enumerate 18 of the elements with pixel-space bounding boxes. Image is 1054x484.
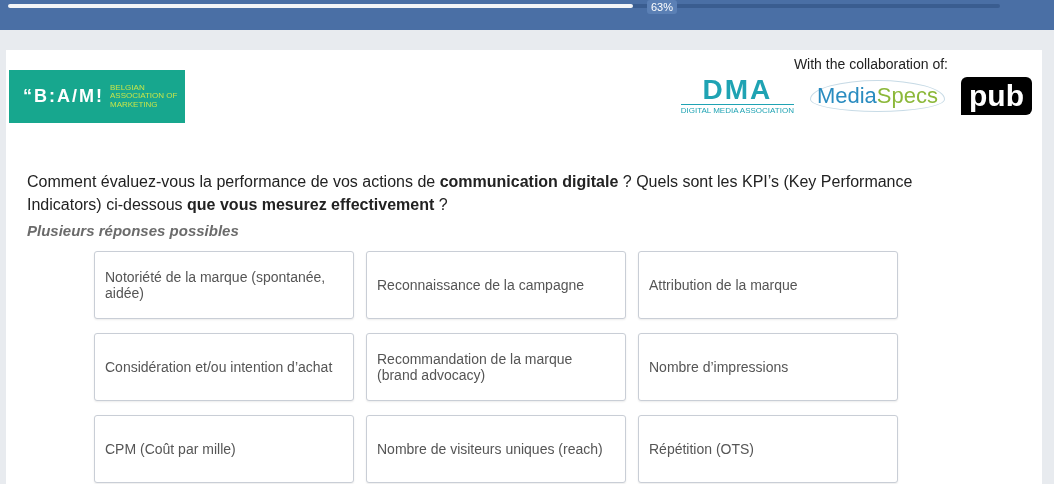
progress-label: 63% bbox=[646, 0, 677, 14]
logo-subtitle: DIGITAL MEDIA ASSOCIATION bbox=[680, 104, 794, 115]
option-button[interactable]: Considération et/ou intention d’achat bbox=[94, 333, 354, 401]
option-button[interactable]: Répétition (OTS) bbox=[638, 415, 898, 483]
collaboration-label: With the collaboration of: bbox=[793, 56, 948, 72]
pub-logo: pub bbox=[961, 76, 1032, 115]
question-text: Comment évaluez-vous la performance de vos actions de communication digitale ? Quels sont les KPI’s (Key Performance Indicators) ci-dessous que vous mesurez effectivement ? bbox=[26, 172, 914, 215]
option-button[interactable]: Notoriété de la marque (spontanée, aidée) bbox=[94, 251, 354, 319]
logo-tagline: BELGIAN ASSOCIATION OF MARKETING bbox=[110, 83, 179, 110]
option-button[interactable]: Recommandation de la marque (brand advocacy) bbox=[366, 333, 626, 401]
option-button[interactable]: Nombre de visiteurs uniques (reach) bbox=[366, 415, 626, 483]
hint-text: Plusieurs réponses possibles bbox=[26, 221, 240, 239]
option-button[interactable]: Reconnaissance de la campagne bbox=[366, 251, 626, 319]
option-button[interactable]: Nombre d’impressions bbox=[638, 333, 898, 401]
option-button[interactable]: Attribution de la marque bbox=[638, 251, 898, 319]
logo-mark: “B:A/M! bbox=[23, 86, 104, 107]
logo-name: DMA bbox=[702, 76, 773, 104]
option-button[interactable]: CPM (Coût par mille) bbox=[94, 415, 354, 483]
